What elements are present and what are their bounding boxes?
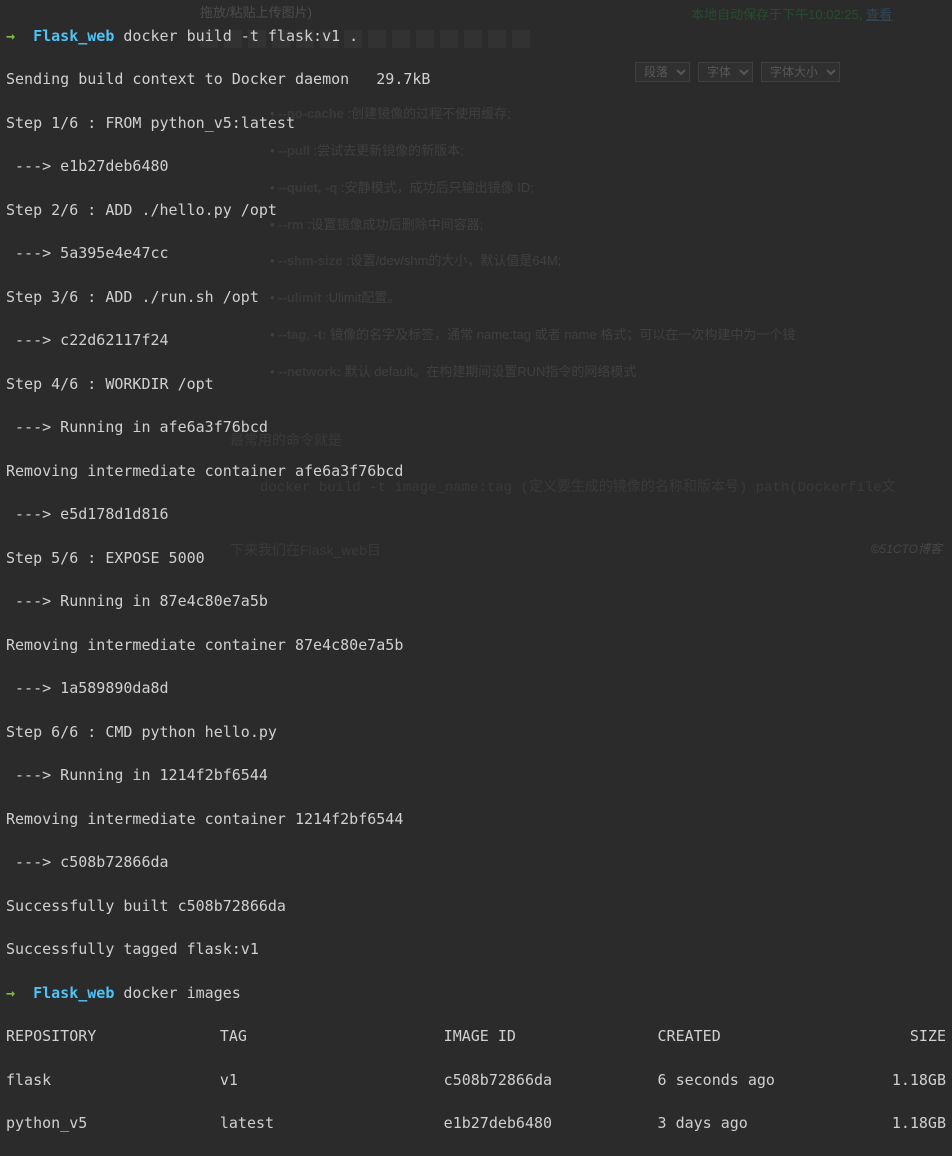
terminal-output[interactable]: → Flask_web docker build -t flask:v1 . S… — [0, 0, 952, 1156]
output-line: Step 1/6 : FROM python_v5:latest — [6, 113, 946, 135]
table-row: python_v5lateste1b27deb64803 days ago1.1… — [6, 1113, 946, 1135]
images-header: REPOSITORYTAGIMAGE IDCREATEDSIZE — [6, 1026, 946, 1048]
output-line: Step 3/6 : ADD ./run.sh /opt — [6, 287, 946, 309]
output-line: Successfully tagged flask:v1 — [6, 939, 946, 961]
output-line: Removing intermediate container 87e4c80e… — [6, 635, 946, 657]
table-row: flaskv1c508b72866da6 seconds ago1.18GB — [6, 1070, 946, 1092]
output-line: ---> c22d62117f24 — [6, 330, 946, 352]
output-line: ---> c508b72866da — [6, 852, 946, 874]
output-line: Successfully built c508b72866da — [6, 896, 946, 918]
output-line: Step 5/6 : EXPOSE 5000 — [6, 548, 946, 570]
output-line: ---> e1b27deb6480 — [6, 156, 946, 178]
output-line: Sending build context to Docker daemon 2… — [6, 69, 946, 91]
output-line: Removing intermediate container afe6a3f7… — [6, 461, 946, 483]
output-line: Step 6/6 : CMD python hello.py — [6, 722, 946, 744]
output-line: Removing intermediate container 1214f2bf… — [6, 809, 946, 831]
prompt-line-1: → Flask_web docker build -t flask:v1 . — [6, 26, 946, 48]
output-line: ---> Running in 1214f2bf6544 — [6, 765, 946, 787]
output-line: ---> 5a395e4e47cc — [6, 243, 946, 265]
output-line: Step 2/6 : ADD ./hello.py /opt — [6, 200, 946, 222]
prompt-line-2: → Flask_web docker images — [6, 983, 946, 1005]
output-line: Step 4/6 : WORKDIR /opt — [6, 374, 946, 396]
output-line: ---> e5d178d1d816 — [6, 504, 946, 526]
output-line: ---> Running in 87e4c80e7a5b — [6, 591, 946, 613]
output-line: ---> Running in afe6a3f76bcd — [6, 417, 946, 439]
output-line: ---> 1a589890da8d — [6, 678, 946, 700]
